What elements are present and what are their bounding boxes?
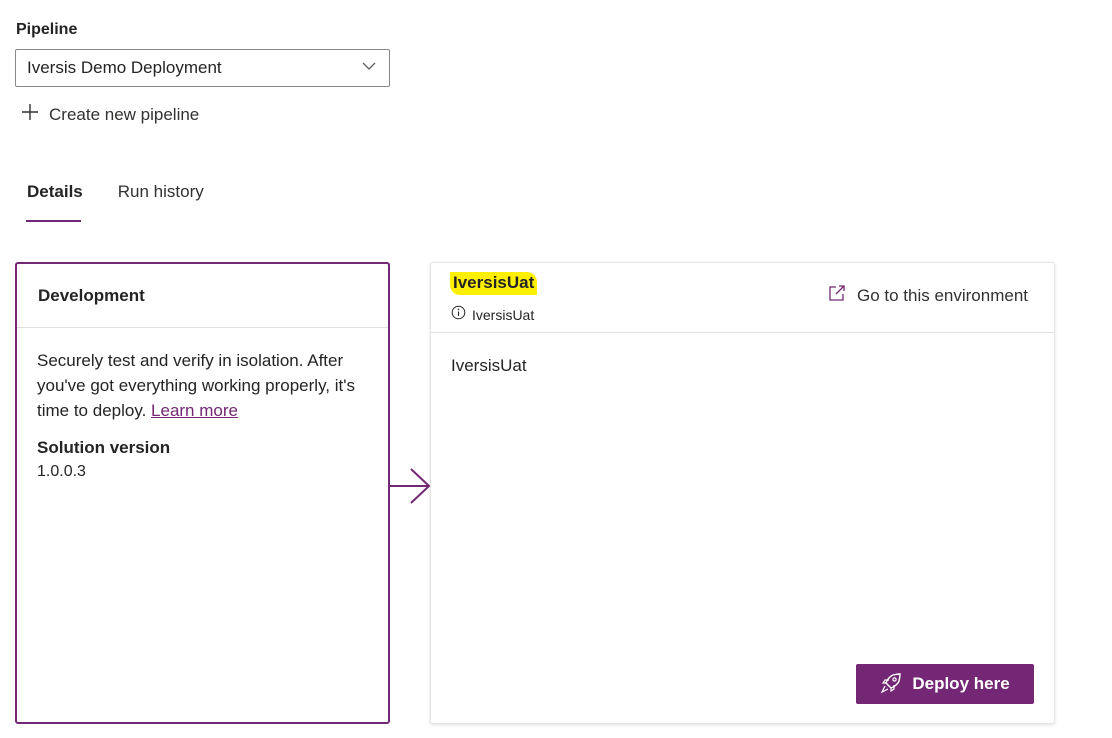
- target-environment-subtitle-text: IversisUat: [472, 307, 535, 323]
- plus-icon: [20, 102, 40, 127]
- deploy-here-button[interactable]: Deploy here: [856, 664, 1034, 704]
- pipeline-dropdown[interactable]: Iversis Demo Deployment: [15, 49, 390, 87]
- pipeline-selected-value: Iversis Demo Deployment: [27, 58, 222, 77]
- arrow-right-icon: [389, 466, 433, 506]
- tab-list: Details Run history: [16, 178, 228, 222]
- go-to-environment-label: Go to this environment: [856, 285, 1028, 305]
- info-icon[interactable]: [451, 305, 466, 325]
- target-environment-subtitle: IversisUat: [451, 305, 534, 325]
- development-title: Development: [17, 264, 388, 328]
- chevron-down-icon: [361, 58, 377, 79]
- target-environment-card: IversisUat IversisUat Go to this environ…: [430, 262, 1055, 724]
- pipeline-page: Pipeline Iversis Demo Deployment Create …: [0, 0, 1112, 738]
- learn-more-link[interactable]: Learn more: [151, 401, 238, 420]
- target-environment-title: IversisUat: [450, 272, 538, 295]
- tab-details[interactable]: Details: [16, 178, 94, 222]
- solution-version-label: Solution version: [37, 438, 171, 457]
- go-to-environment-button[interactable]: Go to this environment: [827, 283, 1028, 308]
- create-new-pipeline-button[interactable]: Create new pipeline: [20, 102, 199, 127]
- create-new-pipeline-label: Create new pipeline: [49, 104, 200, 124]
- tab-run-history[interactable]: Run history: [107, 178, 215, 214]
- target-environment-header: IversisUat IversisUat Go to this environ…: [431, 263, 1054, 333]
- open-external-icon: [827, 283, 847, 308]
- rocket-icon: [880, 672, 902, 697]
- deploy-here-label: Deploy here: [912, 674, 1010, 693]
- development-stage-card: Development Securely test and verify in …: [15, 262, 390, 724]
- pipeline-label: Pipeline: [16, 21, 78, 38]
- solution-version-value: 1.0.0.3: [37, 463, 86, 480]
- target-environment-body: IversisUat: [451, 356, 527, 375]
- development-description: Securely test and verify in isolation. A…: [37, 348, 368, 423]
